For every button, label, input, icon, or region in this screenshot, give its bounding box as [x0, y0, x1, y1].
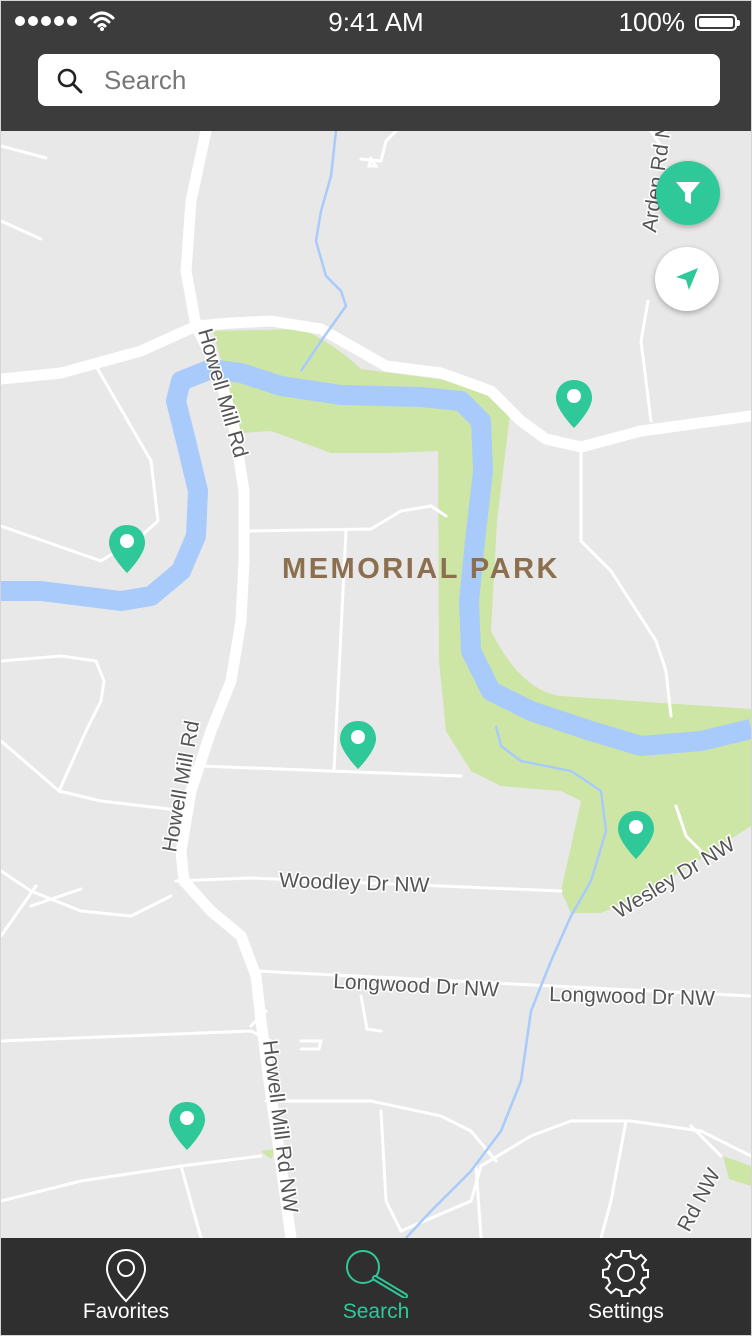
- battery-icon: [695, 14, 740, 31]
- map-view[interactable]: MEMORIAL PARK Howell Mill Rd Howell Mill…: [1, 131, 751, 1238]
- map-pin-icon[interactable]: [167, 1100, 207, 1152]
- header: 9:41 AM 100%: [1, 1, 751, 131]
- map-pin-icon[interactable]: [338, 719, 378, 771]
- tab-bar: Favorites Search Settings: [1, 1238, 751, 1335]
- search-input[interactable]: [104, 54, 704, 106]
- pin-outline-icon: [105, 1248, 147, 1303]
- filter-icon: [676, 182, 700, 204]
- search-icon: [346, 1250, 408, 1298]
- search-bar[interactable]: [38, 54, 720, 106]
- park-label: MEMORIAL PARK: [282, 553, 560, 585]
- road-label-longwood-2: Longwood Dr NW: [549, 983, 715, 1010]
- tab-label: Settings: [588, 1300, 664, 1323]
- tab-favorites[interactable]: Favorites: [1, 1238, 251, 1335]
- locate-me-button[interactable]: [655, 247, 719, 311]
- map-pin-icon[interactable]: [554, 378, 594, 430]
- map-pin-icon[interactable]: [616, 809, 656, 861]
- status-bar: 9:41 AM 100%: [1, 1, 751, 45]
- location-arrow-icon: [676, 268, 698, 290]
- tab-label: Search: [342, 1300, 410, 1323]
- map-pin-icon[interactable]: [107, 523, 147, 575]
- tab-settings[interactable]: Settings: [501, 1238, 751, 1335]
- filter-button[interactable]: [656, 161, 720, 225]
- gear-icon: [602, 1250, 649, 1297]
- tab-label: Favorites: [82, 1300, 170, 1323]
- battery-percent: 100%: [618, 7, 686, 37]
- tab-search[interactable]: Search: [251, 1238, 501, 1335]
- app-frame: 9:41 AM 100% Search MEMORIAL PARK Howell…: [0, 0, 752, 1336]
- search-icon: [57, 68, 83, 94]
